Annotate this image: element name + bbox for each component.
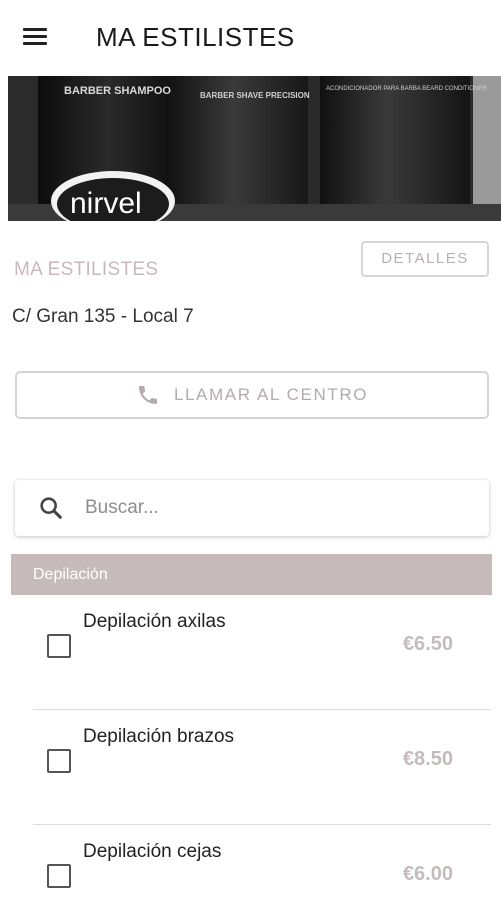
phone-icon	[138, 386, 157, 404]
call-center-button[interactable]: LLAMAR AL CENTRO	[15, 371, 489, 419]
service-name: Depilación cejas	[83, 841, 222, 862]
service-checkbox[interactable]	[47, 634, 71, 658]
call-center-label: LLAMAR AL CENTRO	[173, 385, 369, 404]
service-item[interactable]: Depilación brazos €8.50	[0, 710, 501, 825]
app-title: MA ESTILISTES	[96, 22, 295, 52]
shop-name: MA ESTILISTES	[14, 259, 159, 280]
service-item[interactable]: Depilación axilas €6.50	[0, 595, 501, 710]
details-button[interactable]: DETALLES	[361, 241, 489, 277]
shop-address: C/ Gran 135 - Local 7	[12, 306, 194, 327]
search-bar	[15, 480, 489, 536]
banner-brand: nirvel	[70, 187, 142, 220]
service-price: €6.00	[402, 863, 453, 885]
category-header[interactable]: Depilación	[11, 554, 492, 595]
banner-image: BARBER SHAMPOO BARBER SHAVE PRECISION AC…	[8, 76, 501, 221]
service-name: Depilación brazos	[83, 726, 235, 747]
search-input[interactable]	[85, 497, 445, 519]
service-item[interactable]: Depilación cejas €6.00	[0, 825, 501, 900]
menu-icon[interactable]	[20, 25, 50, 49]
banner-product-3: ACONDICIONADOR PARA BARBA BEARD CONDITIO…	[326, 86, 487, 92]
service-price: €6.50	[402, 633, 453, 655]
service-checkbox[interactable]	[47, 864, 71, 888]
banner-product-2: BARBER SHAVE PRECISION	[200, 91, 310, 100]
app-bar: MA ESTILISTES	[0, 0, 501, 76]
search-icon[interactable]	[37, 494, 65, 522]
service-name: Depilación axilas	[83, 611, 226, 632]
banner-product-1: BARBER SHAMPOO	[64, 85, 171, 97]
service-checkbox[interactable]	[47, 749, 71, 773]
service-price: €8.50	[402, 748, 453, 770]
